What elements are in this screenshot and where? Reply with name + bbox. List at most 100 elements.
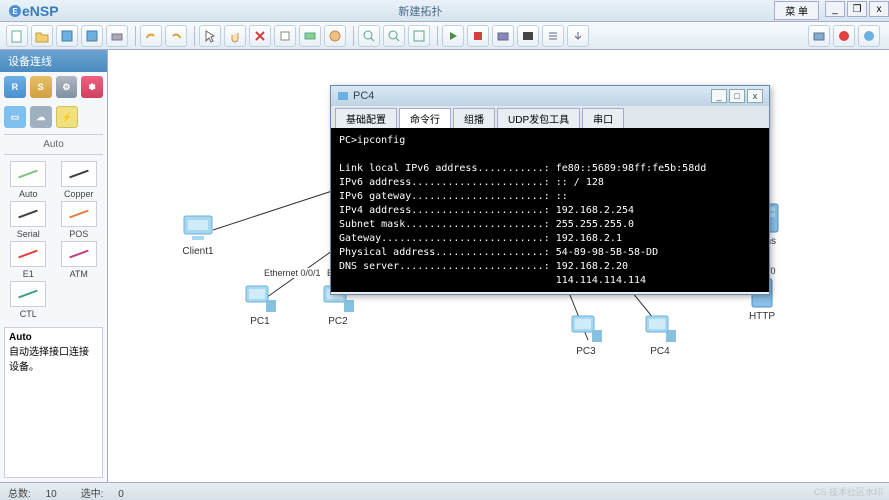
file-icon: [10, 29, 24, 43]
snapshot-button[interactable]: [808, 25, 830, 47]
maximize-button[interactable]: ❐: [847, 1, 867, 17]
menu-button[interactable]: 菜 单: [774, 1, 819, 20]
text-icon: [303, 29, 317, 43]
list-icon: [546, 29, 560, 43]
huawei-button[interactable]: [833, 25, 855, 47]
cursor-icon: [203, 29, 217, 43]
app-logo: E eNSP: [0, 3, 67, 19]
zoomin-icon: [362, 29, 376, 43]
conn-copper[interactable]: Copper: [55, 161, 104, 199]
device-pc-icon[interactable]: ▭: [4, 106, 26, 128]
fit-button[interactable]: [408, 25, 430, 47]
undo-icon: [144, 29, 158, 43]
fit-icon: [412, 29, 426, 43]
palette-button[interactable]: [324, 25, 346, 47]
save-icon: [60, 29, 74, 43]
node-pc4[interactable]: PC4: [640, 310, 680, 357]
toolbar: [0, 22, 889, 50]
desc-title: Auto: [9, 332, 32, 343]
client-icon: [180, 212, 216, 244]
console-min[interactable]: _: [711, 89, 727, 103]
palette-icon: [328, 29, 342, 43]
terminal[interactable]: PC>ipconfig Link local IPv6 address.....…: [331, 128, 769, 292]
console-max[interactable]: □: [729, 89, 745, 103]
console-window[interactable]: PC4 _ □ x 基础配置 命令行 组播 UDP发包工具 串口 PC>ipco…: [330, 85, 770, 295]
desc-body: 自动选择接口连接设备。: [9, 347, 89, 373]
help-button[interactable]: [858, 25, 880, 47]
conn-atm[interactable]: ATM: [55, 241, 104, 279]
tab-udp[interactable]: UDP发包工具: [497, 108, 580, 128]
pc-icon: [642, 312, 678, 344]
hand-icon: [228, 29, 242, 43]
tab-basic[interactable]: 基础配置: [335, 108, 397, 128]
device-connection-icon[interactable]: ⚡: [56, 106, 78, 128]
redo-button[interactable]: [165, 25, 187, 47]
conn-pos[interactable]: POS: [55, 201, 104, 239]
tab-multicast[interactable]: 组播: [453, 108, 495, 128]
undo-button[interactable]: [140, 25, 162, 47]
cli-button[interactable]: [517, 25, 539, 47]
device-cloud-icon[interactable]: ☁: [30, 106, 52, 128]
description-box: Auto 自动选择接口连接设备。: [4, 327, 103, 478]
start-button[interactable]: [442, 25, 464, 47]
console-tabs: 基础配置 命令行 组播 UDP发包工具 串口: [331, 106, 769, 128]
conn-serial[interactable]: Serial: [4, 201, 53, 239]
conn-auto[interactable]: Auto: [4, 161, 53, 199]
saveas-button[interactable]: [81, 25, 103, 47]
save-button[interactable]: [56, 25, 78, 47]
console-close[interactable]: x: [747, 89, 763, 103]
app-name: eNSP: [22, 3, 59, 19]
export-icon: [571, 29, 585, 43]
list-button[interactable]: [542, 25, 564, 47]
node-pc3[interactable]: PC3: [566, 310, 606, 357]
sidebar: 设备连线 R S ⚙ ✽ ▭ ☁ ⚡ Auto Auto Copper Seri…: [0, 50, 108, 482]
play-icon: [446, 29, 460, 43]
cli-icon: [521, 29, 535, 43]
delete-button[interactable]: [249, 25, 271, 47]
stop-button[interactable]: [467, 25, 489, 47]
zoomin-button[interactable]: [358, 25, 380, 47]
node-client1[interactable]: Client1: [178, 210, 218, 257]
status-bar: 总数: 10 选中: 0: [0, 482, 889, 500]
console-icon: [337, 90, 349, 102]
pc-icon: [568, 312, 604, 344]
watermark: CS 技术社区水印: [814, 485, 883, 498]
device-router-icon[interactable]: R: [4, 76, 26, 98]
device-firewall-icon[interactable]: ✽: [81, 76, 103, 98]
device-switch-icon[interactable]: S: [30, 76, 52, 98]
zoomout-button[interactable]: [383, 25, 405, 47]
capture-icon: [496, 29, 510, 43]
text-button[interactable]: [299, 25, 321, 47]
select-button[interactable]: [199, 25, 221, 47]
broom-icon: [278, 29, 292, 43]
zoomout-icon: [387, 29, 401, 43]
pan-button[interactable]: [224, 25, 246, 47]
conn-ctl[interactable]: CTL: [4, 281, 53, 319]
conn-e1[interactable]: E1: [4, 241, 53, 279]
tab-cli[interactable]: 命令行: [399, 108, 451, 128]
close-button[interactable]: x: [869, 1, 889, 17]
console-titlebar[interactable]: PC4 _ □ x: [331, 86, 769, 106]
window-title: 新建拓扑: [67, 3, 775, 19]
device-wlan-icon[interactable]: ⚙: [56, 76, 78, 98]
topology-canvas[interactable]: Client1 PC1 PC2 PC3 PC4 dns HTTP Etherne…: [108, 50, 889, 482]
help-icon: [862, 29, 876, 43]
export-button[interactable]: [567, 25, 589, 47]
clear-button[interactable]: [274, 25, 296, 47]
print-button[interactable]: [106, 25, 128, 47]
delete-icon: [253, 29, 267, 43]
capture-button[interactable]: [492, 25, 514, 47]
folder-icon: [35, 29, 49, 43]
port-label: Ethernet 0/0/1: [263, 268, 322, 278]
new-button[interactable]: [6, 25, 28, 47]
console-title: PC4: [353, 90, 374, 102]
redo-icon: [169, 29, 183, 43]
camera-icon: [812, 29, 826, 43]
connection-grid: Auto Copper Serial POS E1 ATM CTL: [0, 157, 107, 323]
tab-serial[interactable]: 串口: [582, 108, 624, 128]
ensp-icon: E: [8, 4, 22, 18]
minimize-button[interactable]: _: [825, 1, 845, 17]
open-button[interactable]: [31, 25, 53, 47]
node-pc1[interactable]: PC1: [240, 280, 280, 327]
title-bar: E eNSP 新建拓扑 菜 单 _ ❐ x: [0, 0, 889, 22]
